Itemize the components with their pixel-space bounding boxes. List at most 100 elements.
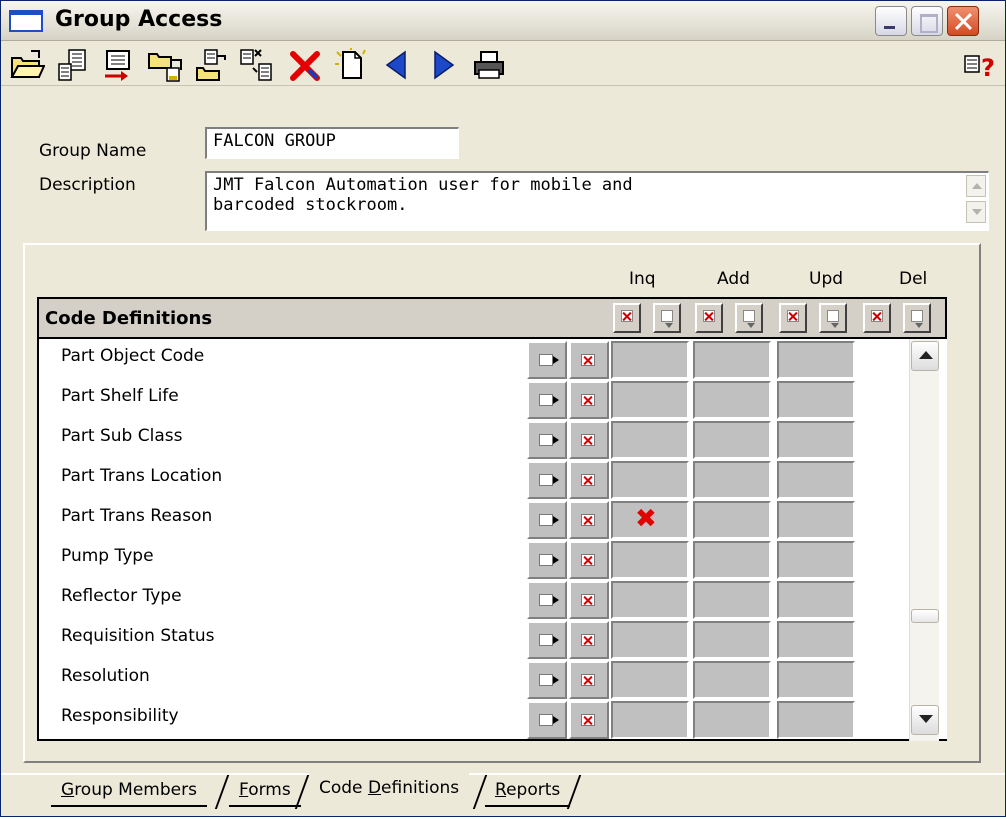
row-clear-button[interactable] [569,381,609,419]
row-select-button[interactable] [527,341,567,379]
inq-clear-all-button[interactable] [613,303,641,333]
description-scrollbar[interactable] [966,175,986,223]
row-label: Reflector Type [61,586,182,606]
upd-cell[interactable] [777,381,855,419]
upd-cell[interactable] [777,461,855,499]
row-label: Responsibility [61,706,179,726]
upd-clear-all-button[interactable] [779,303,807,333]
row-select-button[interactable] [527,701,567,739]
add-cell[interactable] [693,341,771,379]
upd-cell[interactable] [777,501,855,539]
arrow-select-icon [539,674,559,686]
add-cell[interactable] [693,701,771,739]
x-icon [581,594,595,606]
tab-group-members[interactable]: Group Members [51,773,207,807]
upd-cell[interactable] [777,541,855,579]
paste-special-icon[interactable] [239,48,275,82]
inq-cell[interactable] [611,581,689,619]
tab-forms[interactable]: Forms [229,773,301,807]
description-field[interactable]: JMT Falcon Automation user for mobile an… [205,171,989,231]
help-icon[interactable]: ? [963,48,999,82]
chevron-down-icon [919,715,933,723]
add-cell[interactable] [693,661,771,699]
upd-cell[interactable] [777,421,855,459]
add-clear-all-button[interactable] [695,303,723,333]
row-select-button[interactable] [527,661,567,699]
add-cell[interactable] [693,381,771,419]
row-clear-button[interactable] [569,581,609,619]
tab-reports[interactable]: Reports [485,773,571,807]
scrollbar-thumb[interactable] [911,609,939,623]
scroll-up-icon[interactable] [966,175,986,197]
upd-cell[interactable] [777,621,855,659]
scroll-down-button[interactable] [911,705,939,735]
row-clear-button[interactable] [569,501,609,539]
row-select-button[interactable] [527,421,567,459]
copy-records-icon[interactable] [55,48,91,82]
row-clear-button[interactable] [569,421,609,459]
add-cell[interactable] [693,421,771,459]
new-record-icon[interactable] [333,48,369,82]
x-icon [581,394,595,406]
row-select-button[interactable] [527,621,567,659]
upd-cell[interactable] [777,581,855,619]
row-clear-button[interactable] [569,701,609,739]
inq-cell[interactable] [611,701,689,739]
upd-cell[interactable] [777,701,855,739]
row-select-button[interactable] [527,541,567,579]
folder-move-icon[interactable] [147,48,183,82]
inq-select-all-button[interactable] [653,303,681,333]
print-icon[interactable] [471,48,507,82]
minimize-button[interactable] [875,6,907,36]
code-definitions-grid: Part Object Code Part Shelf Life Part Su… [37,339,947,741]
row-select-button[interactable] [527,381,567,419]
upd-cell[interactable] [777,341,855,379]
inq-cell[interactable] [611,541,689,579]
inq-cell-checked[interactable]: ✖ [611,501,689,539]
row-select-button[interactable] [527,461,567,499]
add-cell[interactable] [693,621,771,659]
svg-text:?: ? [981,54,995,82]
previous-icon[interactable] [379,48,415,82]
x-icon [703,310,715,322]
maximize-button[interactable] [911,6,943,36]
del-clear-all-button[interactable] [863,303,891,333]
row-clear-button[interactable] [569,541,609,579]
description-line-1: JMT Falcon Automation user for mobile an… [213,175,633,195]
delete-icon[interactable] [287,48,323,82]
open-folder-icon[interactable] [9,48,45,82]
paste-icon[interactable] [193,48,229,82]
table-row: Resolution [39,659,947,699]
row-clear-button[interactable] [569,461,609,499]
add-cell[interactable] [693,581,771,619]
row-clear-button[interactable] [569,621,609,659]
close-button[interactable] [947,6,979,36]
description-label: Description [39,175,136,195]
add-select-all-button[interactable] [735,303,763,333]
inq-cell[interactable] [611,421,689,459]
inq-cell[interactable] [611,341,689,379]
inq-cell[interactable] [611,661,689,699]
add-cell[interactable] [693,541,771,579]
arrow-select-icon [539,554,559,566]
upd-select-all-button[interactable] [819,303,847,333]
scroll-up-button[interactable] [911,341,939,371]
export-icon[interactable] [101,48,137,82]
row-clear-button[interactable] [569,341,609,379]
tab-code-definitions[interactable]: Code Definitions [309,771,470,805]
scroll-down-icon[interactable] [966,201,986,223]
next-icon[interactable] [425,48,461,82]
group-name-field[interactable]: FALCON GROUP [205,127,459,159]
del-select-all-button[interactable] [903,303,931,333]
row-select-button[interactable] [527,501,567,539]
inq-cell[interactable] [611,381,689,419]
inq-cell[interactable] [611,621,689,659]
row-select-button[interactable] [527,581,567,619]
blank-icon [661,310,673,322]
add-cell[interactable] [693,461,771,499]
grid-scrollbar[interactable] [909,339,939,741]
inq-cell[interactable] [611,461,689,499]
add-cell[interactable] [693,501,771,539]
upd-cell[interactable] [777,661,855,699]
row-clear-button[interactable] [569,661,609,699]
